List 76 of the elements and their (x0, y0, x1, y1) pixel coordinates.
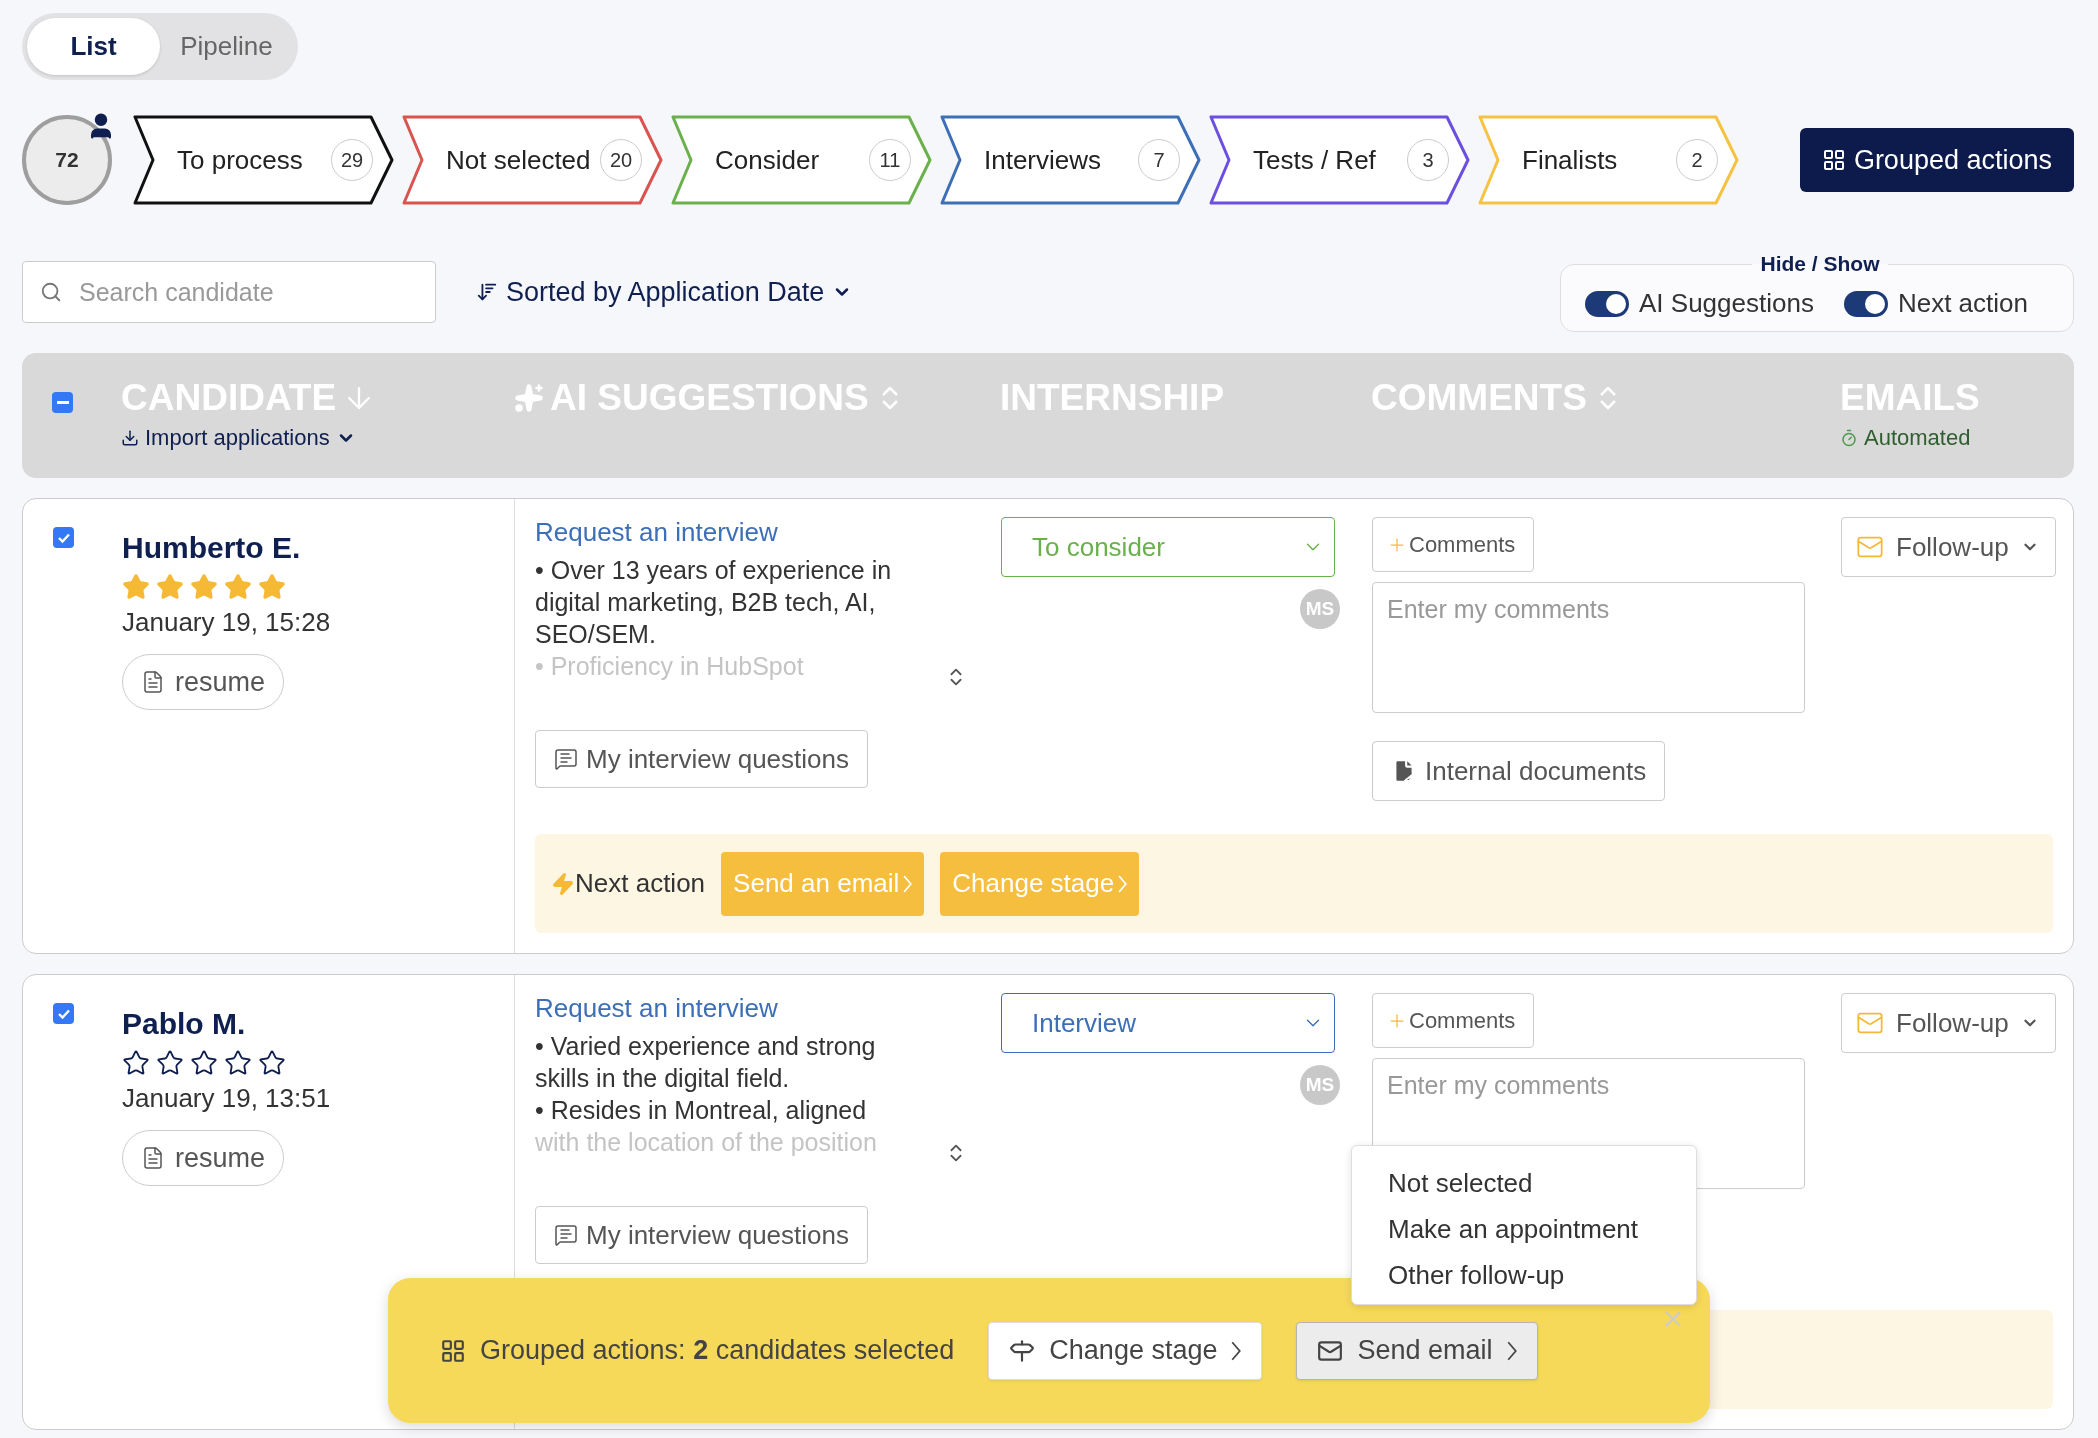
minus-icon (56, 401, 69, 404)
next-action-label: Next action (551, 868, 706, 899)
change-stage-button[interactable]: Change stage (988, 1321, 1263, 1380)
star-icon (258, 1049, 286, 1077)
download-icon (121, 429, 139, 447)
speech-bubble-icon (554, 747, 578, 771)
toggle-switch[interactable]: AI Suggestions (1585, 288, 1814, 319)
search-field[interactable]: Search candidate (22, 261, 436, 323)
interview-questions-button[interactable]: My interview questions (535, 1206, 868, 1264)
timer-icon (1840, 429, 1858, 447)
chevron-right-icon (903, 874, 913, 893)
comments-field[interactable]: Enter my comments (1372, 582, 1805, 713)
sort-dropdown[interactable]: Sorted by Application Date (470, 275, 859, 309)
star-icon (190, 573, 218, 601)
grouped-actions-button[interactable]: Grouped actions (1799, 128, 2074, 192)
document-icon (141, 1146, 165, 1170)
suggestion-text: • Resides in Montreal, aligned (535, 1095, 868, 1126)
suggestion-text: • Varied experience and strong skills in the digital field. (535, 1031, 877, 1094)
internal-documents-button[interactable]: Internal documents (1372, 741, 1666, 801)
follow-up-button[interactable]: Follow-up (1841, 517, 2056, 577)
select-all-checkbox[interactable] (52, 392, 73, 413)
view-tab[interactable]: Pipeline (160, 18, 293, 75)
add-comments-button[interactable]: Comments (1372, 993, 1535, 1048)
toggle-switch[interactable]: Next action (1843, 288, 2028, 319)
menu-item[interactable]: Other follow-up (1352, 1252, 1696, 1298)
suggestion-link[interactable]: Request an interview (535, 993, 778, 1024)
send-email-button[interactable]: Send email (1296, 1321, 1538, 1380)
stage-tab[interactable]: Not selected 20 (402, 115, 664, 205)
star-icon (190, 1049, 218, 1077)
signpost-icon (1009, 1337, 1036, 1364)
stage-tab[interactable]: Interviews 7 (940, 115, 1202, 205)
resume-button[interactable]: resume (122, 654, 285, 710)
add-comments-button[interactable]: Comments (1372, 517, 1535, 572)
speech-bubble-icon (554, 1223, 578, 1247)
application-date: January 19, 15:28 (122, 607, 331, 638)
star-icon (156, 573, 184, 601)
star-icon (122, 1049, 150, 1077)
star-icon (258, 573, 286, 601)
star-icon (224, 1049, 252, 1077)
menu-item[interactable]: Make an appointment (1352, 1206, 1696, 1252)
search-icon (40, 281, 62, 303)
resume-button[interactable]: resume (122, 1130, 285, 1186)
interview-questions-button[interactable]: My interview questions (535, 730, 868, 788)
sort-icon (476, 281, 498, 303)
chevron-right-icon (1506, 1340, 1517, 1361)
suggestion-link[interactable]: Request an interview (535, 517, 778, 548)
stage-tab[interactable]: Consider 11 (671, 115, 933, 205)
lightning-icon (551, 871, 575, 896)
document-icon (141, 670, 165, 694)
star-icon (156, 1049, 184, 1077)
star-icon (224, 573, 252, 601)
selection-summary: Grouped actions: 2 candidates selected (480, 1335, 955, 1366)
candidate-name: Pablo M. (122, 1007, 246, 1041)
import-link[interactable]: Import applications (121, 425, 356, 451)
row-checkbox[interactable] (53, 527, 74, 548)
stage-select[interactable]: Interview (1001, 993, 1335, 1053)
grid-icon (1821, 148, 1846, 172)
row-checkbox[interactable] (53, 1003, 74, 1024)
suggestion-text: • Proficiency in HubSpot (535, 651, 805, 682)
suggestion-text: • Over 13 years of experience in digital marketing, B2B tech, AI, SEO/SEM. (535, 555, 893, 650)
stage-tab[interactable]: To process 29 (133, 115, 395, 205)
follow-up-button[interactable]: Follow-up (1841, 993, 2056, 1053)
grid-icon (440, 1337, 466, 1364)
automation-status[interactable]: Automated (1840, 425, 1971, 451)
application-date: January 19, 13:51 (122, 1083, 331, 1114)
suggestion-text: with the location of the position (535, 1127, 878, 1158)
stage-tab[interactable]: Tests / Ref 3 (1209, 115, 1471, 205)
chevron-right-icon (1231, 1340, 1242, 1361)
candidate-name: Humberto E. (122, 531, 301, 565)
stage-tab[interactable]: Finalists 2 (1478, 115, 1740, 205)
candidate-total: 72 (22, 115, 112, 205)
chevron-right-icon (1118, 874, 1128, 893)
star-icon (122, 573, 150, 601)
view-tab[interactable]: List (27, 18, 160, 75)
panel-title: Hide / Show (1759, 252, 1881, 276)
sparkle-icon (514, 383, 544, 413)
